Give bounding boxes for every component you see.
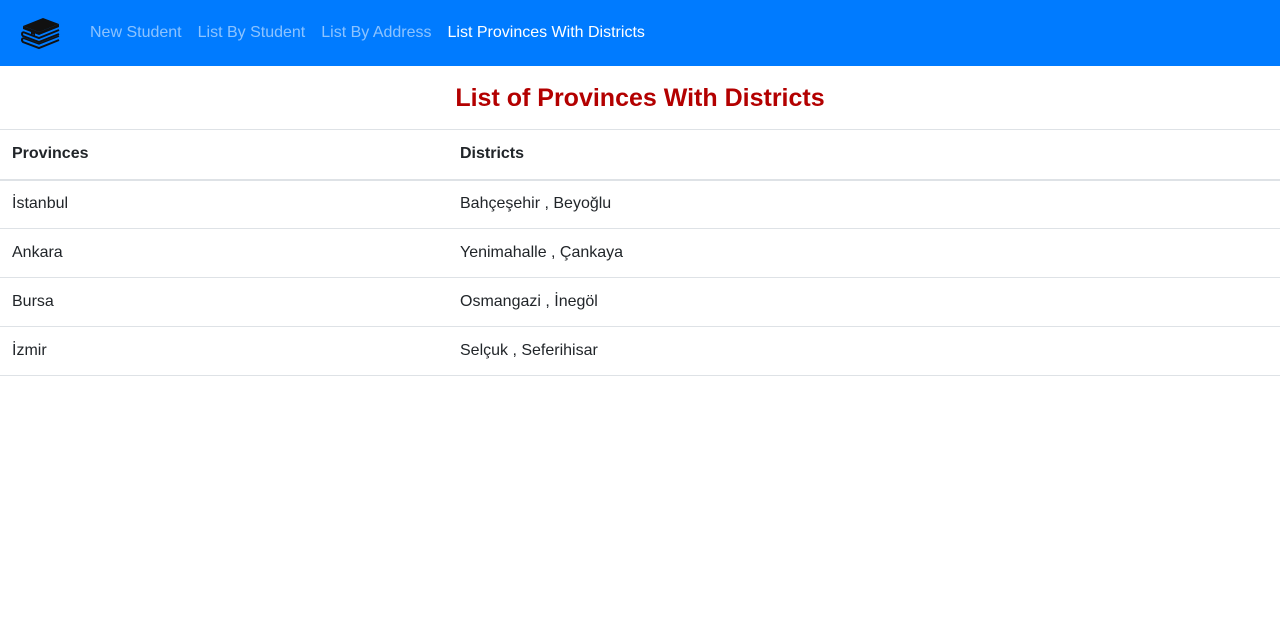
provinces-table: Provinces Districts İstanbul Bahçeşehir … [0, 129, 1280, 376]
table-body: İstanbul Bahçeşehir , Beyoğlu Ankara Yen… [0, 180, 1280, 376]
brand-logo[interactable] [21, 16, 61, 50]
province-cell: İstanbul [12, 195, 69, 213]
header-provinces: Provinces [0, 129, 448, 181]
table-row: İzmir Selçuk , Seferihisar [0, 326, 1280, 376]
province-cell: Ankara [0, 228, 448, 278]
province-cell: Bursa [0, 277, 448, 327]
nav-link-list-provinces-with-districts[interactable]: List Provinces With Districts [440, 21, 653, 45]
nav-links: New Student List By Student List By Addr… [82, 0, 653, 66]
page-title: List of Provinces With Districts [455, 84, 825, 112]
districts-cell: Bahçeşehir , Beyoğlu [460, 195, 612, 213]
districts-cell: Selçuk , Seferihisar [448, 326, 1280, 376]
districts-cell: Yenimahalle , Çankaya [448, 228, 1280, 278]
nav-link-new-student[interactable]: New Student [82, 21, 190, 45]
province-cell: İzmir [0, 326, 448, 376]
header-row: Provinces Districts [0, 129, 1280, 181]
table-header: Provinces Districts [0, 129, 1280, 181]
header-districts: Districts [448, 129, 1280, 181]
books-stack-icon [21, 18, 60, 50]
nav-link-list-by-address[interactable]: List By Address [313, 21, 439, 45]
districts-cell: Osmangazi , İnegöl [448, 277, 1280, 327]
table-row: İstanbul Bahçeşehir , Beyoğlu [0, 180, 1280, 229]
table-row: Bursa Osmangazi , İnegöl [0, 277, 1280, 327]
nav-link-list-by-student[interactable]: List By Student [190, 21, 314, 45]
table-row: Ankara Yenimahalle , Çankaya [0, 228, 1280, 278]
navbar: New Student List By Student List By Addr… [0, 0, 1280, 66]
